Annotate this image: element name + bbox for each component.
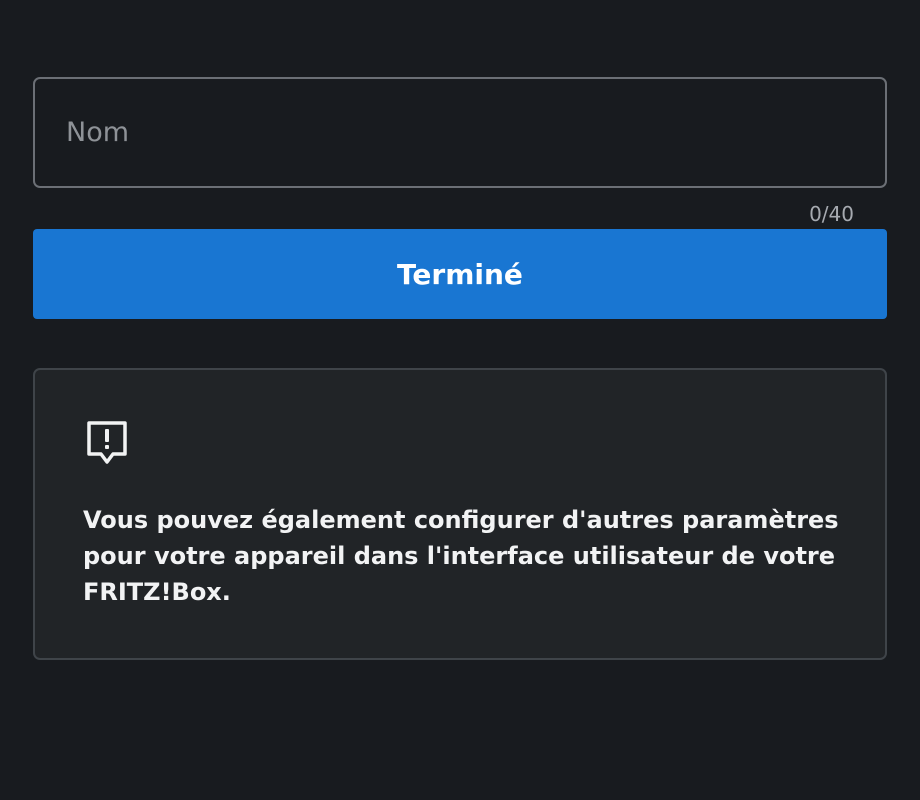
name-input[interactable]: [33, 77, 887, 188]
character-counter: 0/40: [809, 202, 854, 226]
done-button[interactable]: Terminé: [33, 229, 887, 319]
info-card: Vous pouvez également configurer d'autre…: [33, 368, 887, 660]
device-name-screen: 0/40 Terminé Vous pouvez également confi…: [0, 0, 920, 800]
feedback-exclamation-icon: [85, 420, 129, 468]
info-message: Vous pouvez également configurer d'autre…: [83, 506, 839, 606]
